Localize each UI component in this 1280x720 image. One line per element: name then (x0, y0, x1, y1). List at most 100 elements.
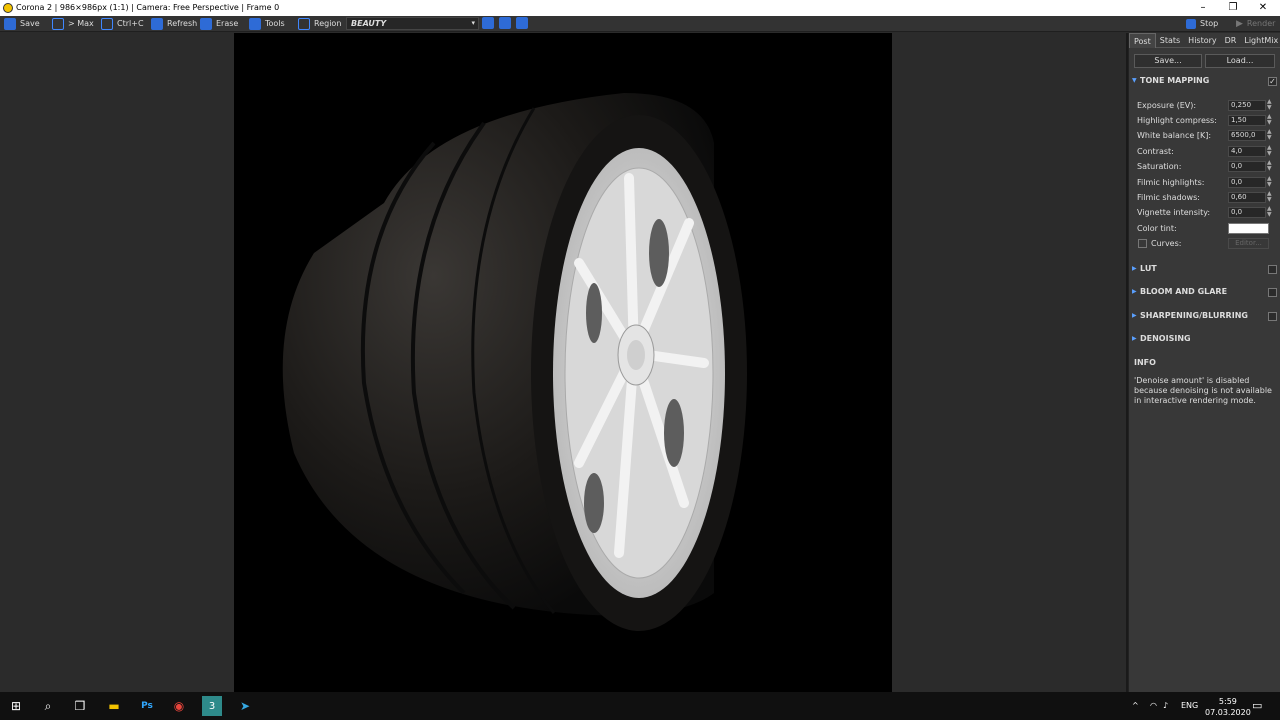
color-tint-swatch[interactable] (1228, 223, 1269, 234)
contrast-row: Contrast: 4,0 ▲ ▼ (1137, 144, 1272, 157)
region-button[interactable]: Region (298, 17, 341, 31)
color-tint-row: Color tint: (1137, 222, 1277, 235)
play-icon: ▶ (1236, 19, 1243, 29)
save-button[interactable]: Save (4, 17, 40, 31)
tone-mapping-header[interactable]: ▼ TONE MAPPING ✓ (1129, 74, 1280, 88)
windows-taskbar: ⊞ ⌕ ❒ ▬ Ps ◉ 3 ➤ ^ ◠ ♪ ENG 5:59 07.03.202… (0, 692, 1280, 720)
max-icon (52, 18, 64, 30)
refresh-button[interactable]: Refresh (151, 17, 197, 31)
telegram-icon[interactable]: ➤ (235, 696, 255, 716)
tone-mapping-checkbox[interactable]: ✓ (1268, 77, 1277, 86)
maximize-button[interactable]: ❐ (1218, 0, 1248, 16)
minimize-button[interactable]: – (1188, 0, 1218, 16)
window-title-bar: Corona 2 | 986×986px (1:1) | Camera: Fre… (0, 0, 1280, 16)
notification-icon[interactable]: ▭ (1252, 692, 1262, 720)
stop-icon (1186, 19, 1196, 29)
spinner-icon[interactable]: ▲ ▼ (1267, 191, 1272, 203)
exposure-field[interactable]: 0,250 (1228, 100, 1266, 111)
render-pass-select[interactable]: BEAUTY ▾ (346, 17, 479, 30)
window-title: Corona 2 | 986×986px (1:1) | Camera: Fre… (16, 3, 280, 12)
viewport-right-margin (892, 33, 1126, 692)
clock[interactable]: 5:59 07.03.2020 (1205, 692, 1251, 720)
filmic-highlights-field[interactable]: 0,0 (1228, 177, 1266, 188)
filmic-shadows-field[interactable]: 0,60 (1228, 192, 1266, 203)
tools-button[interactable]: Tools (249, 17, 285, 31)
vignette-row: Vignette intensity: 0,0 ▲ ▼ (1137, 205, 1272, 218)
save-preset-button[interactable]: Save... (1134, 54, 1202, 68)
saturation-row: Saturation: 0,0 ▲ ▼ (1137, 159, 1272, 172)
render-viewport[interactable] (234, 33, 892, 692)
chrome-icon[interactable]: ◉ (169, 696, 189, 716)
spinner-icon[interactable]: ▲ ▼ (1267, 176, 1272, 188)
spinner-icon[interactable]: ▲ ▼ (1267, 129, 1272, 141)
filmic-highlights-row: Filmic highlights: 0,0 ▲ ▼ (1137, 175, 1272, 188)
spinner-icon[interactable]: ▲ ▼ (1267, 99, 1272, 111)
search-icon[interactable]: ⌕ (38, 696, 58, 716)
save-icon (4, 18, 16, 30)
close-button[interactable]: ✕ (1248, 0, 1278, 16)
curves-row: Curves: Editor... (1137, 237, 1277, 250)
vfb-toolbar: Save > Max Ctrl+C Refresh Erase Tools Re… (0, 16, 1280, 32)
language-indicator[interactable]: ENG (1181, 692, 1198, 720)
post-settings-panel: Post Stats History DR LightMix Save... L… (1128, 33, 1280, 692)
vignette-field[interactable]: 0,0 (1228, 207, 1266, 218)
spinner-icon[interactable]: ▲ ▼ (1267, 160, 1272, 172)
tab-stats[interactable]: Stats (1156, 33, 1184, 48)
tire-render-image (282, 93, 747, 631)
corona-app-icon (3, 3, 13, 13)
gear-icon (249, 18, 261, 30)
file-explorer-icon[interactable]: ▬ (104, 696, 124, 716)
bloom-glare-checkbox[interactable] (1268, 288, 1277, 297)
max-button[interactable]: > Max (52, 17, 94, 31)
lut-header[interactable]: ▶ LUT (1129, 262, 1280, 276)
expand-arrow-icon: ▶ (1132, 312, 1137, 319)
copy-button[interactable]: Ctrl+C (101, 17, 144, 31)
expand-arrow-icon: ▶ (1132, 288, 1137, 295)
volume-icon[interactable]: ♪ (1163, 692, 1168, 720)
load-preset-button[interactable]: Load... (1205, 54, 1275, 68)
task-view-icon[interactable]: ❒ (70, 696, 90, 716)
highlight-compress-field[interactable]: 1,50 (1228, 115, 1266, 126)
spinner-icon[interactable]: ▲ ▼ (1267, 206, 1272, 218)
sharpening-header[interactable]: ▶ SHARPENING/BLURRING (1129, 309, 1280, 323)
saturation-field[interactable]: 0,0 (1228, 161, 1266, 172)
refresh-icon (151, 18, 163, 30)
tray-chevron-icon[interactable]: ^ (1132, 692, 1139, 720)
region-icon (298, 18, 310, 30)
white-balance-field[interactable]: 6500,0 (1228, 130, 1266, 141)
spinner-icon[interactable]: ▲ ▼ (1267, 114, 1272, 126)
clipboard-icon (101, 18, 113, 30)
3dsmax-icon[interactable]: 3 (202, 696, 222, 716)
expand-arrow-icon: ▶ (1132, 265, 1137, 272)
info-title: INFO (1134, 358, 1156, 367)
tab-dr[interactable]: DR (1221, 33, 1241, 48)
windows-start-icon[interactable]: ⊞ (6, 696, 26, 716)
tab-post[interactable]: Post (1129, 33, 1156, 48)
curves-checkbox[interactable] (1138, 239, 1147, 248)
panel-tabs: Post Stats History DR LightMix (1129, 33, 1280, 48)
info-text: 'Denoise amount' is disabled because den… (1134, 376, 1272, 405)
erase-button[interactable]: Erase (200, 17, 238, 31)
spinner-icon[interactable]: ▲ ▼ (1267, 145, 1272, 157)
photoshop-icon[interactable]: Ps (137, 696, 157, 716)
bloom-glare-header[interactable]: ▶ BLOOM AND GLARE (1129, 285, 1280, 299)
tab-lightmix[interactable]: LightMix (1240, 33, 1280, 48)
white-balance-row: White balance [K]: 6500,0 ▲ ▼ (1137, 128, 1272, 141)
filmic-shadows-row: Filmic shadows: 0,60 ▲ ▼ (1137, 190, 1272, 203)
exposure-row: Exposure (EV): 0,250 ▲ ▼ (1137, 98, 1272, 111)
network-icon[interactable]: ◠ (1150, 692, 1157, 720)
render-button[interactable]: ▶ Render (1236, 17, 1275, 31)
tab-history[interactable]: History (1184, 33, 1220, 48)
erase-icon (200, 18, 212, 30)
sharpening-checkbox[interactable] (1268, 312, 1277, 321)
zoom-fit-icon[interactable] (516, 17, 528, 29)
zoom-in-icon[interactable] (482, 17, 494, 29)
zoom-out-icon[interactable] (499, 17, 511, 29)
contrast-field[interactable]: 4,0 (1228, 146, 1266, 157)
denoising-header[interactable]: ▶ DENOISING (1129, 332, 1280, 346)
curves-editor-button[interactable]: Editor... (1228, 238, 1269, 249)
viewport-left-margin (0, 33, 234, 692)
highlight-compress-row: Highlight compress: 1,50 ▲ ▼ (1137, 113, 1272, 126)
lut-checkbox[interactable] (1268, 265, 1277, 274)
stop-button[interactable]: Stop (1186, 17, 1218, 31)
